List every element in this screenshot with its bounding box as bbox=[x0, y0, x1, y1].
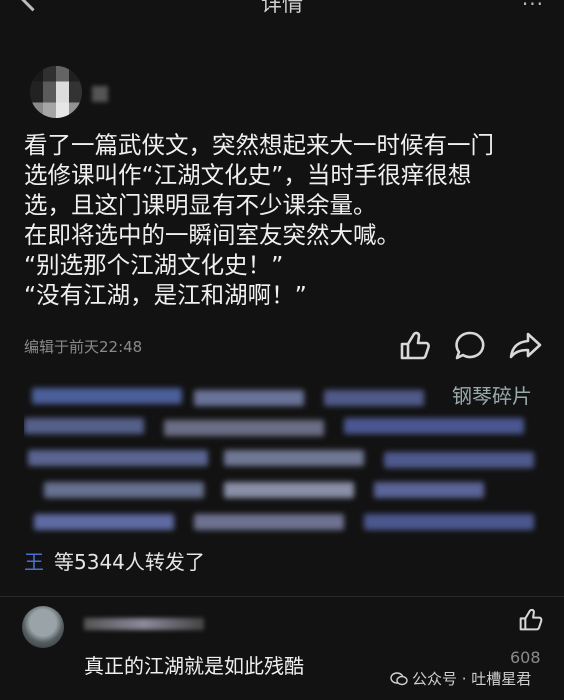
like-icon[interactable] bbox=[396, 328, 432, 364]
repost-summary[interactable]: 王等5344人转发了 bbox=[24, 546, 205, 575]
commenter-name-blurred bbox=[84, 618, 204, 630]
comment-like-icon[interactable] bbox=[516, 606, 544, 634]
repost-count-text: 等5344人转发了 bbox=[54, 550, 205, 574]
commenter-avatar[interactable] bbox=[22, 606, 64, 648]
blurred-reposts: 钢琴碎片 bbox=[24, 378, 540, 540]
post-body: 看了一篇武侠文，突然想起来大一时候有一门 选修课叫作“江湖文化史”，当时手很痒很… bbox=[24, 130, 544, 310]
post-line: “别选那个江湖文化史！” bbox=[24, 251, 284, 279]
post-line: 在即将选中的一瞬间室友突然大喊。 bbox=[24, 221, 400, 249]
divider bbox=[0, 596, 564, 597]
more-options-icon[interactable]: ··· bbox=[522, 0, 544, 16]
post-line: 选修课叫作“江湖文化史”，当时手很痒很想 bbox=[24, 161, 472, 189]
comment-like-count: 608 bbox=[510, 648, 541, 667]
comment-text: 真正的江湖就是如此残酷 bbox=[84, 654, 304, 678]
blurred-fragment: 钢琴碎片 bbox=[452, 384, 532, 408]
repost-user[interactable]: 王 bbox=[24, 550, 44, 574]
post-line: 选，且这门课明显有不少课余量。 bbox=[24, 191, 377, 219]
post-line: “没有江湖，是江和湖啊！” bbox=[24, 281, 307, 309]
top-bar: 详情 ··· bbox=[0, 0, 564, 16]
comment-icon[interactable] bbox=[452, 328, 488, 364]
author-name-blurred bbox=[92, 86, 108, 102]
edit-timestamp: 编辑于前天22:48 bbox=[24, 338, 143, 356]
share-icon[interactable] bbox=[508, 328, 544, 364]
wechat-logo-icon bbox=[390, 672, 408, 686]
watermark: 公众号 · 吐槽星君 bbox=[390, 668, 531, 689]
post-line: 看了一篇武侠文，突然想起来大一时候有一门 bbox=[24, 131, 494, 159]
page-title: 详情 bbox=[261, 0, 303, 16]
watermark-text: 公众号 · 吐槽星君 bbox=[412, 670, 532, 688]
author-avatar[interactable] bbox=[30, 66, 82, 118]
